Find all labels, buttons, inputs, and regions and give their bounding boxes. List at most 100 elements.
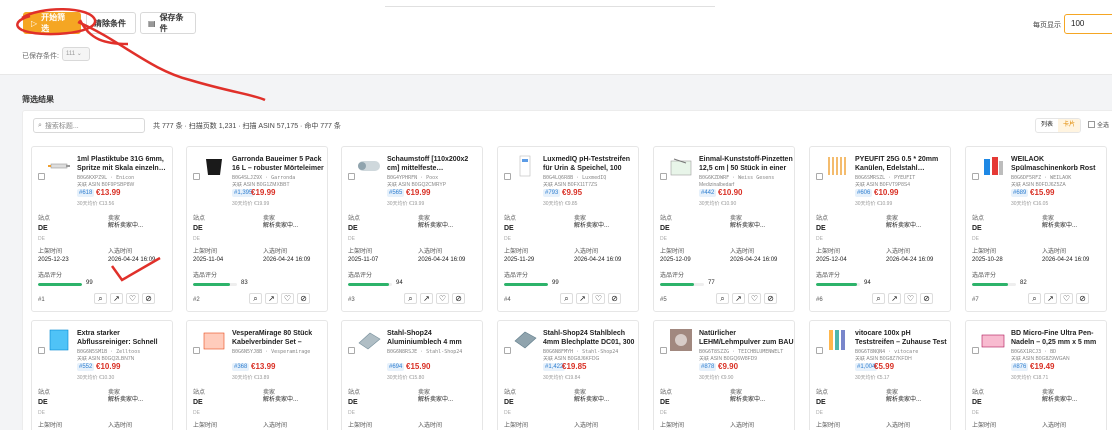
- avg-price-30d: 30天均价 €15.80: [387, 375, 425, 381]
- search-icon[interactable]: ⌕: [1028, 293, 1041, 304]
- search-icon[interactable]: ⌕: [404, 293, 417, 304]
- listed-label: 上架时间: [816, 423, 841, 429]
- card-checkbox[interactable]: [816, 173, 823, 180]
- product-card[interactable]: WEILAOK Spülmaschinenkorb Rost Reparatur…: [965, 146, 1107, 312]
- search-input[interactable]: ⌕ 搜索标题...: [33, 118, 145, 133]
- listed-label: 上架时间: [660, 423, 685, 429]
- product-asin: 关联 ASIN B0GQ2LBN7N: [77, 356, 135, 362]
- product-card[interactable]: Stahl-Shop24 Stahlblech 4mm Blechplatte …: [497, 320, 639, 430]
- product-card[interactable]: Extra starker Abflussreiniger: Schnell w…: [31, 320, 173, 430]
- card-checkbox[interactable]: [504, 173, 511, 180]
- product-sku: B0G6DF5RFZ · WEILAOK: [1011, 175, 1072, 181]
- card-checkbox[interactable]: [193, 173, 200, 180]
- card-checkbox[interactable]: [348, 173, 355, 180]
- product-title[interactable]: Garronda Baueimer 5 Pack 16 L – robuster…: [232, 155, 327, 173]
- search-icon[interactable]: ⌕: [872, 293, 885, 304]
- product-title[interactable]: Einmal-Kunststoff-Pinzetten 12,5 cm | 50…: [699, 155, 794, 173]
- heart-icon[interactable]: ♡: [126, 293, 139, 304]
- entered-date: 2026-04-24 16:09: [574, 257, 622, 263]
- product-card[interactable]: Stahl-Shop24 Aluminiumblech 4 mm Zuschni…: [341, 320, 483, 430]
- save-filter-label: 保存条件: [159, 13, 184, 33]
- rank-badge: #793: [543, 189, 561, 197]
- entered-date: 2026-04-24 16:09: [418, 257, 466, 263]
- block-icon[interactable]: ⊘: [452, 293, 465, 304]
- card-checkbox[interactable]: [193, 347, 200, 354]
- block-icon[interactable]: ⊘: [764, 293, 777, 304]
- block-icon[interactable]: ⊘: [1076, 293, 1089, 304]
- clear-filter-button[interactable]: 清除条件: [86, 12, 136, 34]
- external-link-icon[interactable]: ↗: [732, 293, 745, 304]
- product-title[interactable]: BD Micro-Fine Ultra Pen-Nadeln – 0,25 mm…: [1011, 329, 1106, 347]
- block-icon[interactable]: ⊘: [297, 293, 310, 304]
- product-card[interactable]: Natürlicher LEHM/Lehmpulver zum BAU von …: [653, 320, 795, 430]
- product-card[interactable]: Garronda Baueimer 5 Pack 16 L – robuster…: [186, 146, 328, 312]
- card-checkbox[interactable]: [660, 173, 667, 180]
- product-title[interactable]: 1ml Plastiktube 31G 6mm, Spritze mit Ska…: [77, 155, 172, 173]
- card-checkbox[interactable]: [972, 173, 979, 180]
- product-card[interactable]: BD Micro-Fine Ultra Pen-Nadeln – 0,25 mm…: [965, 320, 1107, 430]
- product-card[interactable]: vitocare 100x pH Teststreifen – Zuhause …: [809, 320, 951, 430]
- product-title[interactable]: Schaumstoff [110x200x2 cm] mittelfeste…: [387, 155, 482, 173]
- connector-set-icon: [203, 332, 225, 350]
- save-filter-button[interactable]: ▤ 保存条件: [140, 12, 196, 34]
- heart-icon[interactable]: ♡: [904, 293, 917, 304]
- product-title[interactable]: Natürlicher LEHM/Lehmpulver zum BAU von …: [699, 329, 794, 347]
- external-link-icon[interactable]: ↗: [888, 293, 901, 304]
- card-checkbox[interactable]: [348, 347, 355, 354]
- avg-price-30d: 30天均价 €5.17: [855, 375, 890, 381]
- product-title[interactable]: Stahl-Shop24 Aluminiumblech 4 mm Zuschni…: [387, 329, 482, 347]
- card-checkbox[interactable]: [38, 347, 45, 354]
- search-icon[interactable]: ⌕: [94, 293, 107, 304]
- select-all-checkbox[interactable]: [1088, 121, 1095, 128]
- card-checkbox[interactable]: [972, 347, 979, 354]
- product-title[interactable]: Stahl-Shop24 Stahlblech 4mm Blechplatte …: [543, 329, 638, 347]
- card-checkbox[interactable]: [38, 173, 45, 180]
- site-sub: DE: [972, 410, 979, 416]
- product-card[interactable]: VesperaMirage 80 Stück Kabelverbinder Se…: [186, 320, 328, 430]
- product-asin: 关联 ASIN B0G8J6KFDG: [543, 356, 600, 362]
- view-list-button[interactable]: 列表: [1036, 119, 1058, 132]
- product-title[interactable]: vitocare 100x pH Teststreifen – Zuhause …: [855, 329, 950, 347]
- product-card[interactable]: Schaumstoff [110x200x2 cm] mittelfeste… …: [341, 146, 483, 312]
- block-icon[interactable]: ⊘: [142, 293, 155, 304]
- start-filter-button[interactable]: ▷ 开始筛选: [23, 12, 81, 34]
- product-title[interactable]: Extra starker Abflussreiniger: Schnell w…: [77, 329, 172, 347]
- external-link-icon[interactable]: ↗: [265, 293, 278, 304]
- heart-icon[interactable]: ♡: [748, 293, 761, 304]
- product-sku: B0G4LQ6R8B · LuxmedIQ: [543, 175, 607, 181]
- product-title[interactable]: LuxmedIQ pH-Teststreifen für Urin & Spei…: [543, 155, 638, 173]
- heart-icon[interactable]: ♡: [281, 293, 294, 304]
- product-card[interactable]: Einmal-Kunststoff-Pinzetten 12,5 cm | 50…: [653, 146, 795, 312]
- select-all[interactable]: 全选: [1088, 120, 1109, 129]
- product-price: €19.99: [251, 188, 276, 197]
- avg-price-30d: 30天均价 €16.05: [1011, 201, 1049, 207]
- per-page-input[interactable]: 100: [1064, 14, 1112, 34]
- product-title[interactable]: PYEUFIT 25G 0.5 * 20mm Kanülen, Edelstah…: [855, 155, 950, 173]
- entered-label: 入选时间: [886, 249, 911, 255]
- repair-tube-icon: [984, 157, 1003, 175]
- search-icon[interactable]: ⌕: [560, 293, 573, 304]
- external-link-icon[interactable]: ↗: [420, 293, 433, 304]
- product-card[interactable]: 1ml Plastiktube 31G 6mm, Spritze mit Ska…: [31, 146, 173, 312]
- block-icon[interactable]: ⊘: [608, 293, 621, 304]
- search-icon[interactable]: ⌕: [249, 293, 262, 304]
- card-actions: ⌕ ↗ ♡ ⊘: [1028, 293, 1089, 304]
- external-link-icon[interactable]: ↗: [1044, 293, 1057, 304]
- search-icon[interactable]: ⌕: [716, 293, 729, 304]
- heart-icon[interactable]: ♡: [1060, 293, 1073, 304]
- search-icon: ⌕: [38, 121, 42, 129]
- card-checkbox[interactable]: [816, 347, 823, 354]
- product-title[interactable]: WEILAOK Spülmaschinenkorb Rost Reparatur…: [1011, 155, 1106, 173]
- product-card[interactable]: PYEUFIT 25G 0.5 * 20mm Kanülen, Edelstah…: [809, 146, 951, 312]
- external-link-icon[interactable]: ↗: [110, 293, 123, 304]
- saved-filters-select[interactable]: 111 ⌄: [62, 47, 90, 61]
- external-link-icon[interactable]: ↗: [576, 293, 589, 304]
- product-card[interactable]: LuxmedIQ pH-Teststreifen für Urin & Spei…: [497, 146, 639, 312]
- block-icon[interactable]: ⊘: [920, 293, 933, 304]
- heart-icon[interactable]: ♡: [592, 293, 605, 304]
- product-title[interactable]: VesperaMirage 80 Stück Kabelverbinder Se…: [232, 329, 327, 347]
- view-card-button[interactable]: 卡片: [1058, 119, 1081, 132]
- heart-icon[interactable]: ♡: [436, 293, 449, 304]
- card-checkbox[interactable]: [504, 347, 511, 354]
- card-checkbox[interactable]: [660, 347, 667, 354]
